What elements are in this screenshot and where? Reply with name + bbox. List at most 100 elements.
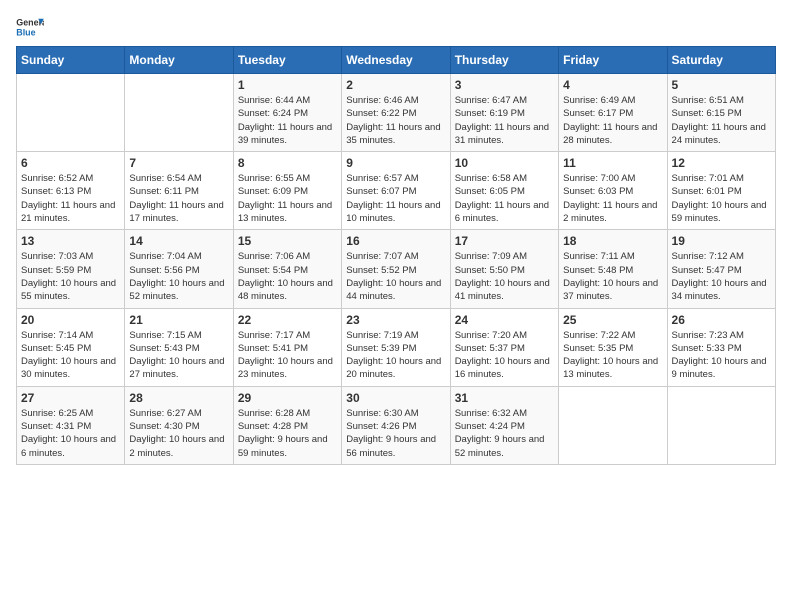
calendar-cell: 10 Sunrise: 6:58 AMSunset: 6:05 PMDaylig… (450, 152, 558, 230)
calendar-cell: 5 Sunrise: 6:51 AMSunset: 6:15 PMDayligh… (667, 74, 775, 152)
calendar-header: SundayMondayTuesdayWednesdayThursdayFrid… (17, 47, 776, 74)
day-info: Sunrise: 6:25 AMSunset: 4:31 PMDaylight:… (21, 407, 120, 460)
day-info: Sunrise: 7:00 AMSunset: 6:03 PMDaylight:… (563, 172, 662, 225)
day-info: Sunrise: 7:19 AMSunset: 5:39 PMDaylight:… (346, 329, 445, 382)
day-info: Sunrise: 7:22 AMSunset: 5:35 PMDaylight:… (563, 329, 662, 382)
weekday-header: Sunday (17, 47, 125, 74)
calendar-cell: 18 Sunrise: 7:11 AMSunset: 5:48 PMDaylig… (559, 230, 667, 308)
day-info: Sunrise: 7:14 AMSunset: 5:45 PMDaylight:… (21, 329, 120, 382)
calendar-cell: 28 Sunrise: 6:27 AMSunset: 4:30 PMDaylig… (125, 386, 233, 464)
day-info: Sunrise: 6:55 AMSunset: 6:09 PMDaylight:… (238, 172, 337, 225)
day-number: 23 (346, 313, 445, 327)
calendar-cell: 15 Sunrise: 7:06 AMSunset: 5:54 PMDaylig… (233, 230, 341, 308)
day-number: 1 (238, 78, 337, 92)
day-number: 8 (238, 156, 337, 170)
day-number: 27 (21, 391, 120, 405)
calendar-cell: 25 Sunrise: 7:22 AMSunset: 5:35 PMDaylig… (559, 308, 667, 386)
day-number: 16 (346, 234, 445, 248)
day-number: 17 (455, 234, 554, 248)
calendar-cell (125, 74, 233, 152)
day-info: Sunrise: 7:20 AMSunset: 5:37 PMDaylight:… (455, 329, 554, 382)
calendar-cell: 27 Sunrise: 6:25 AMSunset: 4:31 PMDaylig… (17, 386, 125, 464)
calendar-cell: 12 Sunrise: 7:01 AMSunset: 6:01 PMDaylig… (667, 152, 775, 230)
day-number: 21 (129, 313, 228, 327)
day-number: 9 (346, 156, 445, 170)
calendar-row: 13 Sunrise: 7:03 AMSunset: 5:59 PMDaylig… (17, 230, 776, 308)
day-info: Sunrise: 6:57 AMSunset: 6:07 PMDaylight:… (346, 172, 445, 225)
calendar-cell: 16 Sunrise: 7:07 AMSunset: 5:52 PMDaylig… (342, 230, 450, 308)
calendar-table: SundayMondayTuesdayWednesdayThursdayFrid… (16, 46, 776, 465)
calendar-cell: 30 Sunrise: 6:30 AMSunset: 4:26 PMDaylig… (342, 386, 450, 464)
day-number: 31 (455, 391, 554, 405)
calendar-row: 6 Sunrise: 6:52 AMSunset: 6:13 PMDayligh… (17, 152, 776, 230)
calendar-cell: 14 Sunrise: 7:04 AMSunset: 5:56 PMDaylig… (125, 230, 233, 308)
day-info: Sunrise: 7:15 AMSunset: 5:43 PMDaylight:… (129, 329, 228, 382)
calendar-cell: 17 Sunrise: 7:09 AMSunset: 5:50 PMDaylig… (450, 230, 558, 308)
day-info: Sunrise: 7:11 AMSunset: 5:48 PMDaylight:… (563, 250, 662, 303)
day-info: Sunrise: 7:09 AMSunset: 5:50 PMDaylight:… (455, 250, 554, 303)
svg-text:Blue: Blue (16, 27, 35, 37)
day-number: 4 (563, 78, 662, 92)
day-number: 10 (455, 156, 554, 170)
day-number: 5 (672, 78, 771, 92)
calendar-row: 27 Sunrise: 6:25 AMSunset: 4:31 PMDaylig… (17, 386, 776, 464)
calendar-cell: 19 Sunrise: 7:12 AMSunset: 5:47 PMDaylig… (667, 230, 775, 308)
day-info: Sunrise: 6:51 AMSunset: 6:15 PMDaylight:… (672, 94, 771, 147)
weekday-header: Tuesday (233, 47, 341, 74)
day-number: 25 (563, 313, 662, 327)
calendar-cell: 4 Sunrise: 6:49 AMSunset: 6:17 PMDayligh… (559, 74, 667, 152)
calendar-cell: 24 Sunrise: 7:20 AMSunset: 5:37 PMDaylig… (450, 308, 558, 386)
calendar-cell: 31 Sunrise: 6:32 AMSunset: 4:24 PMDaylig… (450, 386, 558, 464)
day-info: Sunrise: 6:49 AMSunset: 6:17 PMDaylight:… (563, 94, 662, 147)
calendar-body: 1 Sunrise: 6:44 AMSunset: 6:24 PMDayligh… (17, 74, 776, 465)
logo-icon: General Blue (16, 16, 44, 38)
day-info: Sunrise: 6:28 AMSunset: 4:28 PMDaylight:… (238, 407, 337, 460)
weekday-header: Thursday (450, 47, 558, 74)
calendar-cell: 7 Sunrise: 6:54 AMSunset: 6:11 PMDayligh… (125, 152, 233, 230)
day-info: Sunrise: 7:23 AMSunset: 5:33 PMDaylight:… (672, 329, 771, 382)
calendar-cell: 9 Sunrise: 6:57 AMSunset: 6:07 PMDayligh… (342, 152, 450, 230)
day-info: Sunrise: 6:27 AMSunset: 4:30 PMDaylight:… (129, 407, 228, 460)
day-number: 14 (129, 234, 228, 248)
day-number: 18 (563, 234, 662, 248)
day-number: 12 (672, 156, 771, 170)
page-header: General Blue (16, 16, 776, 38)
logo: General Blue (16, 16, 44, 38)
day-info: Sunrise: 7:12 AMSunset: 5:47 PMDaylight:… (672, 250, 771, 303)
day-info: Sunrise: 7:03 AMSunset: 5:59 PMDaylight:… (21, 250, 120, 303)
day-info: Sunrise: 7:07 AMSunset: 5:52 PMDaylight:… (346, 250, 445, 303)
day-info: Sunrise: 6:32 AMSunset: 4:24 PMDaylight:… (455, 407, 554, 460)
day-info: Sunrise: 7:17 AMSunset: 5:41 PMDaylight:… (238, 329, 337, 382)
day-info: Sunrise: 6:47 AMSunset: 6:19 PMDaylight:… (455, 94, 554, 147)
day-number: 28 (129, 391, 228, 405)
day-number: 19 (672, 234, 771, 248)
day-info: Sunrise: 6:54 AMSunset: 6:11 PMDaylight:… (129, 172, 228, 225)
calendar-cell: 23 Sunrise: 7:19 AMSunset: 5:39 PMDaylig… (342, 308, 450, 386)
weekday-header: Friday (559, 47, 667, 74)
calendar-cell: 26 Sunrise: 7:23 AMSunset: 5:33 PMDaylig… (667, 308, 775, 386)
day-number: 7 (129, 156, 228, 170)
calendar-cell: 6 Sunrise: 6:52 AMSunset: 6:13 PMDayligh… (17, 152, 125, 230)
calendar-cell (17, 74, 125, 152)
day-number: 29 (238, 391, 337, 405)
day-info: Sunrise: 7:06 AMSunset: 5:54 PMDaylight:… (238, 250, 337, 303)
day-info: Sunrise: 6:30 AMSunset: 4:26 PMDaylight:… (346, 407, 445, 460)
day-info: Sunrise: 6:58 AMSunset: 6:05 PMDaylight:… (455, 172, 554, 225)
calendar-cell: 3 Sunrise: 6:47 AMSunset: 6:19 PMDayligh… (450, 74, 558, 152)
day-info: Sunrise: 6:44 AMSunset: 6:24 PMDaylight:… (238, 94, 337, 147)
day-number: 15 (238, 234, 337, 248)
day-info: Sunrise: 6:46 AMSunset: 6:22 PMDaylight:… (346, 94, 445, 147)
calendar-cell (667, 386, 775, 464)
calendar-row: 1 Sunrise: 6:44 AMSunset: 6:24 PMDayligh… (17, 74, 776, 152)
day-number: 30 (346, 391, 445, 405)
weekday-header: Monday (125, 47, 233, 74)
day-info: Sunrise: 6:52 AMSunset: 6:13 PMDaylight:… (21, 172, 120, 225)
calendar-cell: 8 Sunrise: 6:55 AMSunset: 6:09 PMDayligh… (233, 152, 341, 230)
day-number: 22 (238, 313, 337, 327)
day-info: Sunrise: 7:01 AMSunset: 6:01 PMDaylight:… (672, 172, 771, 225)
weekday-header: Saturday (667, 47, 775, 74)
day-number: 6 (21, 156, 120, 170)
day-number: 3 (455, 78, 554, 92)
day-number: 26 (672, 313, 771, 327)
day-number: 2 (346, 78, 445, 92)
